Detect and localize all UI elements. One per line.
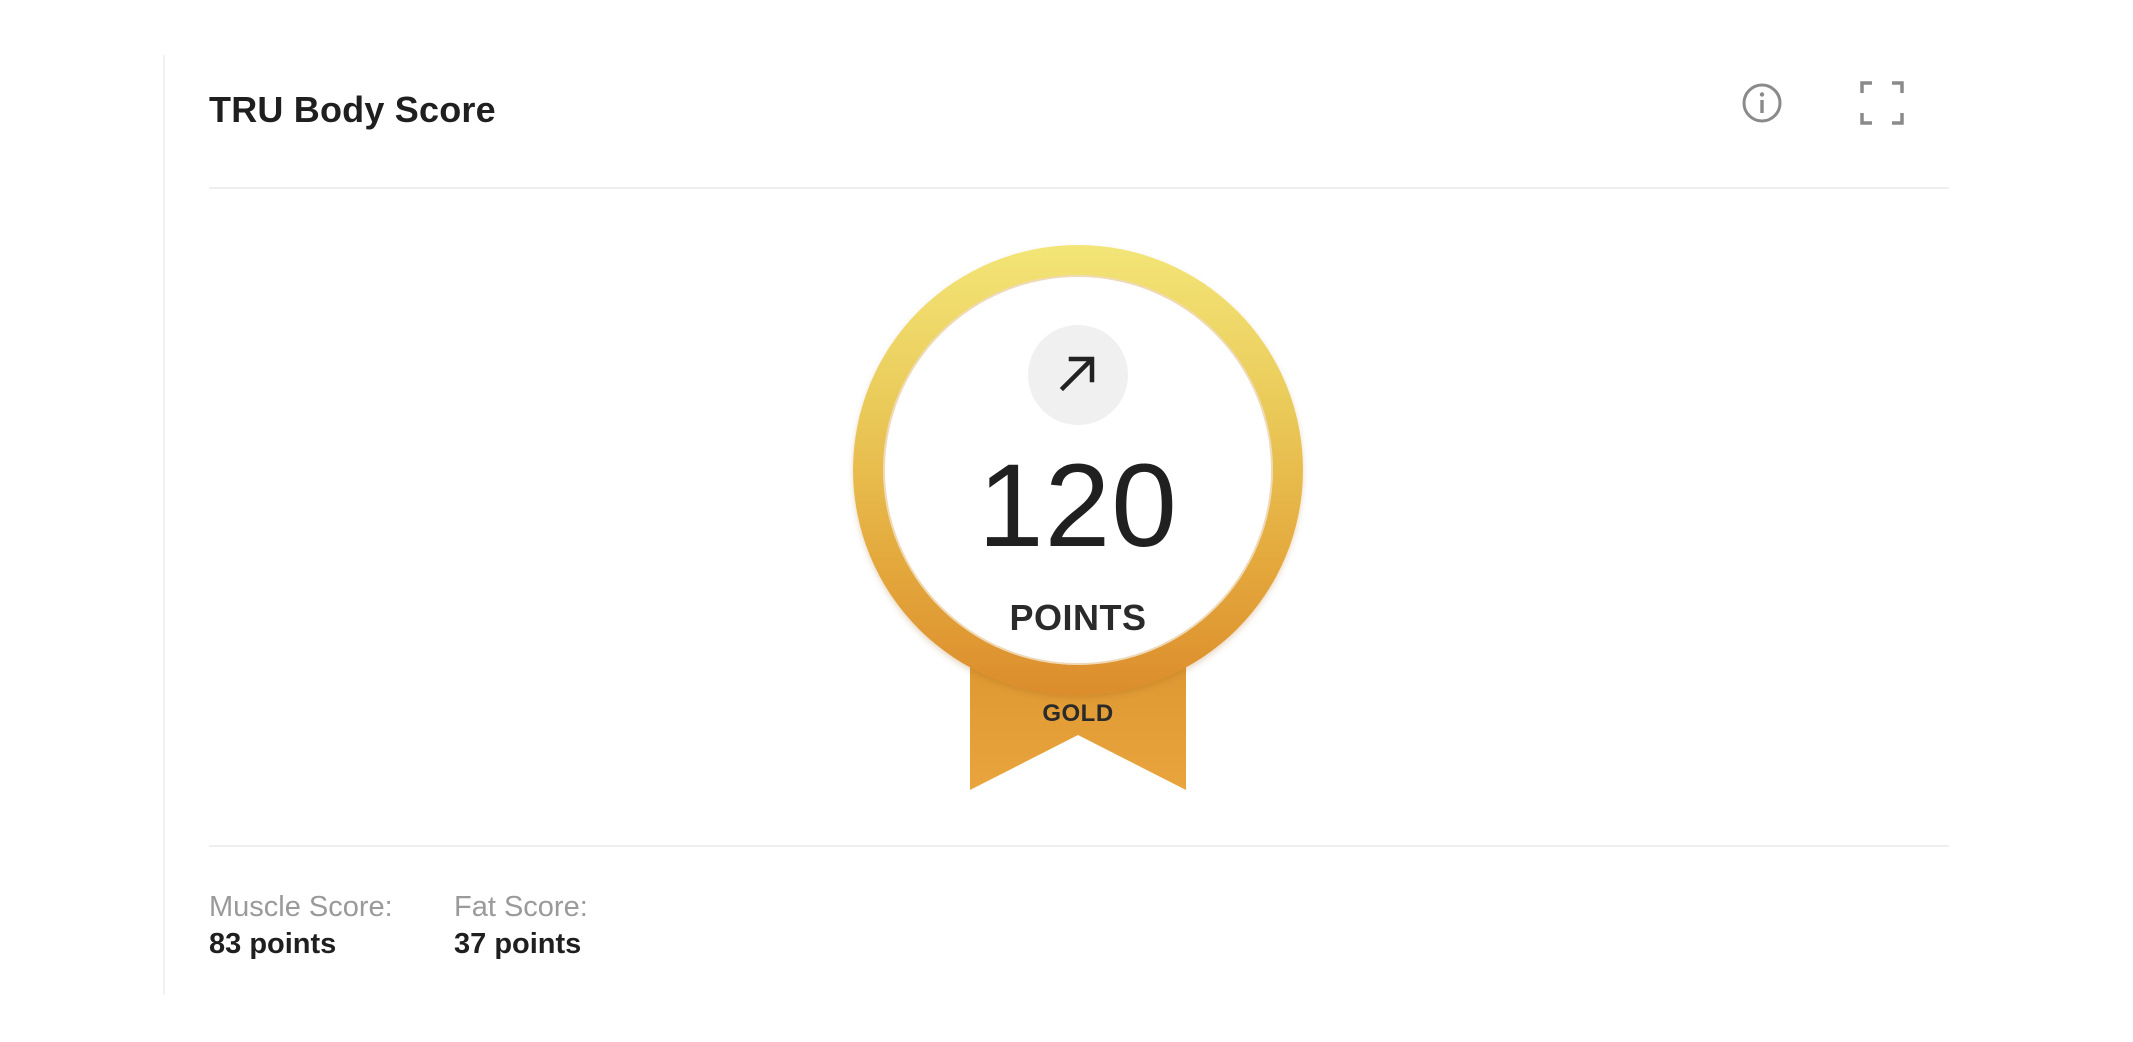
card-title: TRU Body Score — [209, 89, 496, 130]
arrow-up-right-icon — [1055, 350, 1101, 401]
fat-score-value: 37 points — [454, 928, 582, 960]
header-divider — [209, 187, 1949, 189]
medal-face: 120 POINTS — [883, 275, 1273, 665]
trend-indicator — [1028, 325, 1128, 425]
total-score-unit: POINTS — [1009, 597, 1147, 638]
fat-score: Fat Score: 37 points — [454, 890, 588, 964]
expand-icon — [1858, 79, 1906, 132]
fullscreen-button[interactable] — [1852, 75, 1912, 135]
total-score-value: 120 — [978, 440, 1178, 572]
medal-ring: 120 POINTS — [853, 245, 1303, 695]
score-medal: 120 POINTS GOLD — [853, 245, 1303, 795]
tier-label: GOLD — [1042, 700, 1114, 727]
info-button[interactable] — [1732, 75, 1792, 135]
muscle-score-value: 83 points — [209, 928, 337, 960]
muscle-score-label: Muscle Score: — [209, 891, 393, 923]
fat-score-label: Fat Score: — [454, 891, 588, 923]
muscle-score: Muscle Score: 83 points — [209, 890, 393, 964]
page: TRU Body Score 120 POINTS GOLD Muscle Sc… — [0, 0, 2133, 1042]
info-icon — [1740, 81, 1784, 130]
card-edge — [163, 55, 165, 995]
card-header: TRU Body Score — [209, 55, 1949, 188]
footer-divider — [209, 845, 1949, 847]
